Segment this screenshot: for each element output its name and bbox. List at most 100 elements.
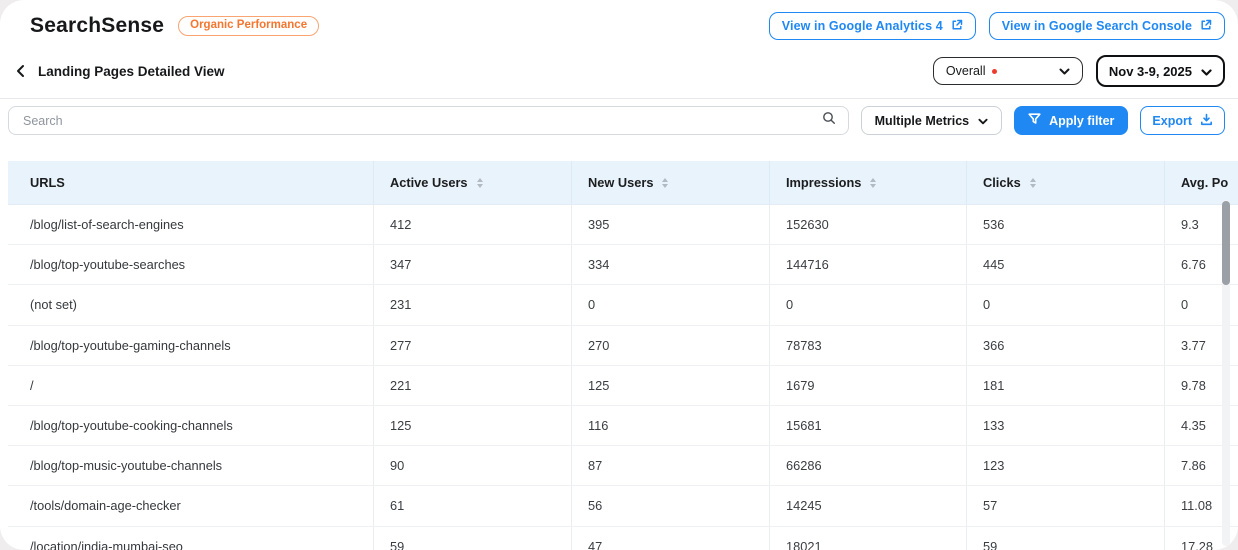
chevron-down-icon [978, 114, 988, 128]
metric-cell: 57 [966, 486, 1164, 525]
metric-cell: 15681 [769, 406, 966, 445]
url-cell[interactable]: /blog/list-of-search-engines [8, 205, 373, 244]
sub-actions: Overall Nov 3-9, 2025 [933, 55, 1225, 87]
header-actions: View in Google Analytics 4 View in Googl… [769, 12, 1225, 41]
view-gsc-label: View in Google Search Console [1002, 20, 1192, 33]
table-row: /blog/top-youtube-cooking-channels 125 1… [8, 406, 1238, 446]
column-header-label: URLS [30, 175, 65, 190]
table-row: / 221 125 1679 181 9.78 [8, 366, 1238, 406]
metric-cell: 90 [373, 446, 571, 485]
table-row: /location/india-mumbai-seo 59 47 18021 5… [8, 527, 1238, 550]
column-header-active-users[interactable]: Active Users [373, 161, 571, 204]
sort-icon[interactable] [1030, 178, 1036, 188]
metric-cell: 412 [373, 205, 571, 244]
metric-cell: 18021 [769, 527, 966, 550]
metric-cell: 78783 [769, 326, 966, 365]
metric-cell: 181 [966, 366, 1164, 405]
sub-header: Landing Pages Detailed View Overall Nov … [13, 55, 1225, 87]
metric-cell: 47 [571, 527, 769, 550]
back-chevron-icon[interactable] [13, 62, 28, 80]
date-range-dropdown[interactable]: Nov 3-9, 2025 [1096, 55, 1225, 87]
organic-performance-badge: Organic Performance [178, 16, 319, 37]
metric-cell: 231 [373, 285, 571, 324]
view-gsc-button[interactable]: View in Google Search Console [989, 12, 1225, 41]
column-header-clicks[interactable]: Clicks [966, 161, 1164, 204]
metric-cell: 59 [373, 527, 571, 550]
metric-cell: 0 [571, 285, 769, 324]
table-scrollbar-thumb[interactable] [1222, 201, 1230, 285]
metric-cell: 14245 [769, 486, 966, 525]
alert-dot-icon [992, 69, 997, 74]
metric-cell: 125 [571, 366, 769, 405]
chevron-down-icon [1059, 64, 1070, 78]
apply-filter-button[interactable]: Apply filter [1014, 106, 1128, 135]
table-scrollbar-track[interactable] [1222, 200, 1230, 546]
table-row: /blog/top-music-youtube-channels 90 87 6… [8, 446, 1238, 486]
url-cell[interactable]: /location/india-mumbai-seo [8, 527, 373, 550]
view-ga4-button[interactable]: View in Google Analytics 4 [769, 12, 976, 41]
sort-icon[interactable] [870, 178, 876, 188]
external-link-icon [951, 19, 963, 34]
external-link-icon [1200, 19, 1212, 34]
metric-cell: 56 [571, 486, 769, 525]
metric-cell: 395 [571, 205, 769, 244]
top-header: SearchSense Organic Performance View in … [30, 12, 1225, 40]
header-divider [0, 98, 1238, 99]
metric-cell: 366 [966, 326, 1164, 365]
url-cell[interactable]: /blog/top-youtube-searches [8, 245, 373, 284]
column-header-label: Active Users [390, 175, 468, 190]
sort-icon[interactable] [477, 178, 483, 188]
export-button[interactable]: Export [1140, 106, 1225, 135]
metric-cell: 536 [966, 205, 1164, 244]
url-cell[interactable]: /blog/top-youtube-gaming-channels [8, 326, 373, 365]
metric-cell: 334 [571, 245, 769, 284]
multiple-metrics-label: Multiple Metrics [875, 114, 969, 128]
metric-cell: 445 [966, 245, 1164, 284]
table-header-row: URLS Active Users New Users Impressions … [8, 161, 1238, 205]
metric-cell: 0 [769, 285, 966, 324]
chevron-down-icon [1201, 64, 1212, 79]
column-header-impressions[interactable]: Impressions [769, 161, 966, 204]
search-icon[interactable] [822, 111, 836, 130]
landing-pages-table: URLS Active Users New Users Impressions … [8, 161, 1238, 550]
column-header-avg-position[interactable]: Avg. Po [1164, 161, 1238, 204]
url-cell[interactable]: / [8, 366, 373, 405]
sort-icon[interactable] [662, 178, 668, 188]
column-header-label: Clicks [983, 175, 1021, 190]
search-bar [8, 106, 849, 135]
toolbar: Multiple Metrics Apply filter Export [8, 106, 1225, 135]
multiple-metrics-dropdown[interactable]: Multiple Metrics [861, 106, 1002, 135]
url-cell[interactable]: /blog/top-music-youtube-channels [8, 446, 373, 485]
back-title: Landing Pages Detailed View [13, 62, 225, 80]
export-label: Export [1152, 114, 1192, 128]
metric-cell: 133 [966, 406, 1164, 445]
column-header-label: Avg. Po [1181, 175, 1228, 190]
metric-cell: 152630 [769, 205, 966, 244]
table-row: /blog/list-of-search-engines 412 395 152… [8, 205, 1238, 245]
column-header-new-users[interactable]: New Users [571, 161, 769, 204]
search-input[interactable] [21, 113, 822, 129]
segment-dropdown-value: Overall [946, 64, 986, 78]
url-cell[interactable]: /tools/domain-age-checker [8, 486, 373, 525]
page-title: Landing Pages Detailed View [38, 64, 225, 79]
date-range-value: Nov 3-9, 2025 [1109, 64, 1192, 79]
filter-funnel-icon [1028, 113, 1041, 128]
apply-filter-label: Apply filter [1049, 114, 1114, 128]
column-header-label: New Users [588, 175, 653, 190]
metric-cell: 59 [966, 527, 1164, 550]
metric-cell: 0 [966, 285, 1164, 324]
metric-cell: 1679 [769, 366, 966, 405]
url-cell[interactable]: (not set) [8, 285, 373, 324]
app-title: SearchSense [30, 14, 164, 38]
metric-cell: 61 [373, 486, 571, 525]
brand-wrap: SearchSense Organic Performance [30, 14, 319, 38]
metric-cell: 144716 [769, 245, 966, 284]
column-header-urls: URLS [8, 161, 373, 204]
table-row: /tools/domain-age-checker 61 56 14245 57… [8, 486, 1238, 526]
segment-dropdown[interactable]: Overall [933, 57, 1083, 85]
metric-cell: 125 [373, 406, 571, 445]
url-cell[interactable]: /blog/top-youtube-cooking-channels [8, 406, 373, 445]
table-row: /blog/top-youtube-gaming-channels 277 27… [8, 326, 1238, 366]
metric-cell: 123 [966, 446, 1164, 485]
metric-cell: 221 [373, 366, 571, 405]
